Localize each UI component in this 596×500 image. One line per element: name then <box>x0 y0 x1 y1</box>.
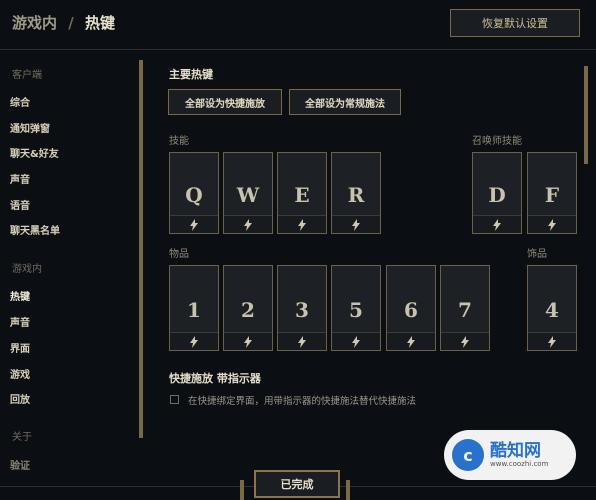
key-label: 7 <box>458 298 472 322</box>
watermark-text: 酷知网 www.coozhi.com <box>490 442 548 468</box>
quickcast-toggle[interactable] <box>278 215 326 233</box>
quickcast-toggle[interactable] <box>170 332 218 350</box>
lightning-icon <box>298 218 306 231</box>
sidebar-item-client-sound[interactable]: 声音 <box>10 171 30 186</box>
sidebar-section-about: 关于 <box>12 432 32 443</box>
lightning-icon <box>548 218 556 231</box>
sidebar-section-client: 客户端 <box>12 70 42 81</box>
lightning-icon <box>493 218 501 231</box>
lightning-icon <box>190 335 198 348</box>
sidebar-item-interface[interactable]: 界面 <box>10 340 30 355</box>
sidebar-item-hotkeys[interactable]: 热键 <box>10 288 30 303</box>
sidebar-item-general[interactable]: 综合 <box>10 94 30 109</box>
quickcast-indicator-title: 快捷施放 带指示器 <box>169 372 261 385</box>
quickcast-toggle[interactable] <box>387 332 435 350</box>
lightning-icon <box>352 218 360 231</box>
lightning-icon <box>461 335 469 348</box>
key-label: 5 <box>349 298 363 322</box>
quickcast-toggle[interactable] <box>332 332 380 350</box>
watermark-logo-icon: c <box>452 439 484 471</box>
sidebar-item-voice[interactable]: 语音 <box>10 197 30 212</box>
lightning-icon <box>407 335 415 348</box>
breadcrumb-current: 热键 <box>84 14 115 32</box>
restore-defaults-button[interactable]: 恢复默认设置 <box>450 9 580 37</box>
footer-accent-left <box>240 480 244 500</box>
sidebar-item-ingame-sound[interactable]: 声音 <box>10 314 30 329</box>
quickcast-toggle[interactable] <box>170 215 218 233</box>
quickcast-toggle[interactable] <box>278 332 326 350</box>
watermark-brand: 酷知网 <box>490 441 541 461</box>
hotkey-ability-w[interactable]: W <box>223 152 273 234</box>
abilities-label: 技能 <box>169 136 189 147</box>
sidebar-item-replays[interactable]: 回放 <box>10 391 30 406</box>
key-label: 6 <box>404 298 418 322</box>
key-label: 1 <box>187 298 201 322</box>
hotkey-ability-q[interactable]: Q <box>169 152 219 234</box>
breadcrumb-separator: / <box>68 14 74 32</box>
quickcast-toggle[interactable] <box>332 215 380 233</box>
primary-hotkeys-title: 主要热键 <box>169 68 213 81</box>
watermark: c 酷知网 www.coozhi.com <box>444 430 576 480</box>
key-label: 4 <box>545 298 559 322</box>
lightning-icon <box>298 335 306 348</box>
quickcast-toggle[interactable] <box>224 332 272 350</box>
key-label: 2 <box>241 298 255 322</box>
header: 游戏内 / 热键 恢复默认设置 <box>0 0 596 50</box>
lightning-icon <box>190 218 198 231</box>
trinket-label: 饰品 <box>527 249 547 260</box>
summoner-spells-label: 召唤师技能 <box>472 136 522 147</box>
quickcast-all-button[interactable]: 全部设为快捷施放 <box>168 89 282 115</box>
normalcast-all-button[interactable]: 全部设为常规施法 <box>289 89 401 115</box>
footer-accent-right <box>346 480 350 500</box>
quickcast-indicator-checkbox[interactable] <box>170 395 179 404</box>
hotkey-trinket-4[interactable]: 4 <box>527 265 577 351</box>
hotkey-item-5[interactable]: 5 <box>331 265 381 351</box>
sidebar: 客户端 综合 通知弹窗 聊天&好友 声音 语音 聊天黑名单 游戏内 热键 声音 … <box>0 52 140 492</box>
quickcast-indicator-label[interactable]: 在快捷绑定界面，用带指示器的快捷施法替代快捷施法 <box>188 393 416 407</box>
lightning-icon <box>244 335 252 348</box>
sidebar-item-verification[interactable]: 验证 <box>10 457 30 472</box>
quickcast-toggle[interactable] <box>528 332 576 350</box>
breadcrumb: 游戏内 / 热键 <box>12 12 115 33</box>
lightning-icon <box>548 335 556 348</box>
key-label: E <box>294 183 310 207</box>
quickcast-toggle[interactable] <box>441 332 489 350</box>
hotkey-summoner-d[interactable]: D <box>472 152 522 234</box>
hotkey-item-7[interactable]: 7 <box>440 265 490 351</box>
sidebar-item-game[interactable]: 游戏 <box>10 366 30 381</box>
sidebar-scrollbar[interactable] <box>139 60 143 438</box>
sidebar-item-notifications[interactable]: 通知弹窗 <box>10 120 50 135</box>
lightning-icon <box>352 335 360 348</box>
hotkey-item-1[interactable]: 1 <box>169 265 219 351</box>
watermark-url: www.coozhi.com <box>490 460 549 468</box>
quickcast-toggle[interactable] <box>473 215 521 233</box>
lightning-icon <box>244 218 252 231</box>
quickcast-toggle[interactable] <box>224 215 272 233</box>
key-label: 3 <box>295 298 309 322</box>
sidebar-item-chat-blocklist[interactable]: 聊天黑名单 <box>10 222 60 237</box>
hotkey-item-6[interactable]: 6 <box>386 265 436 351</box>
items-label: 物品 <box>169 249 189 260</box>
done-button[interactable]: 已完成 <box>254 470 340 498</box>
key-label: R <box>347 183 365 207</box>
main-scrollbar[interactable] <box>584 66 588 164</box>
key-label: F <box>544 183 560 207</box>
hotkey-ability-e[interactable]: E <box>277 152 327 234</box>
hotkey-ability-r[interactable]: R <box>331 152 381 234</box>
quickcast-toggle[interactable] <box>528 215 576 233</box>
key-label: Q <box>185 183 203 207</box>
hotkey-item-3[interactable]: 3 <box>277 265 327 351</box>
hotkey-item-2[interactable]: 2 <box>223 265 273 351</box>
key-label: D <box>488 183 506 207</box>
sidebar-item-chat-friends[interactable]: 聊天&好友 <box>10 145 59 160</box>
breadcrumb-parent[interactable]: 游戏内 <box>12 14 57 32</box>
hotkey-summoner-f[interactable]: F <box>527 152 577 234</box>
key-label: W <box>236 183 260 207</box>
sidebar-section-ingame: 游戏内 <box>12 264 42 275</box>
